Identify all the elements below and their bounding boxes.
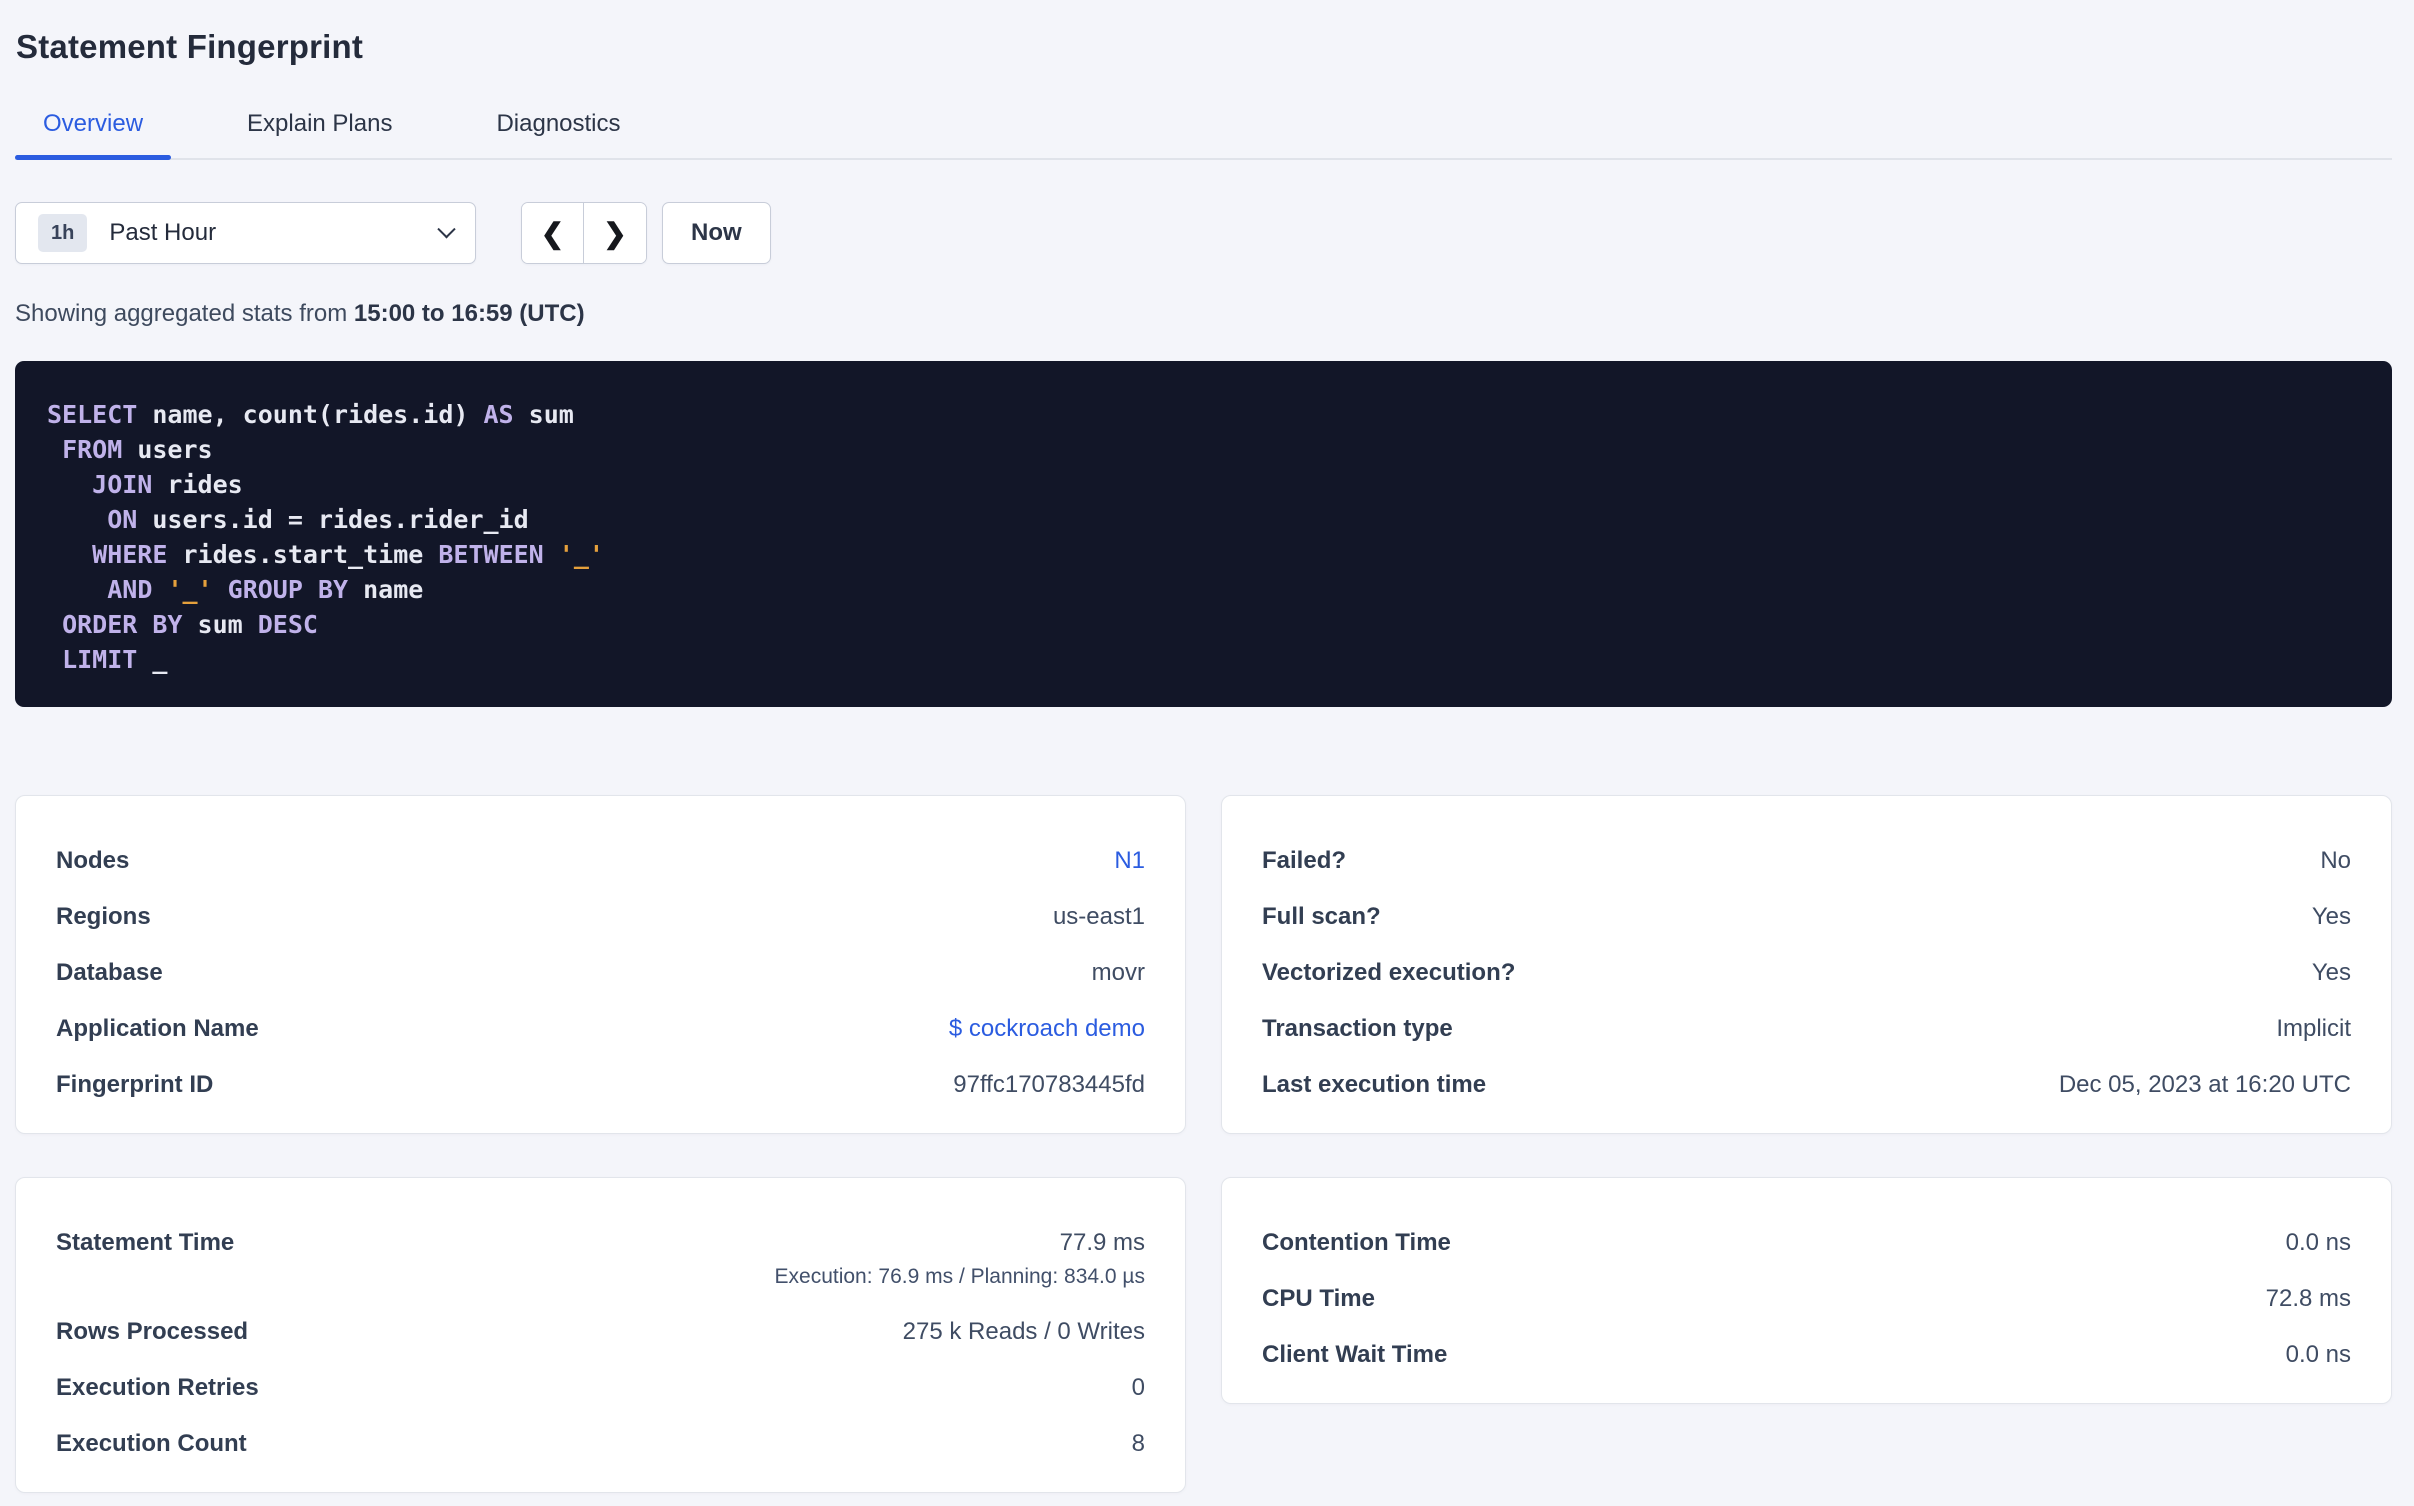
sql-code: SELECT name, count(rides.id) AS sum FROM… — [47, 400, 604, 674]
row-database: Database movr — [56, 960, 1145, 985]
tab-diagnostics-label: Diagnostics — [496, 110, 621, 137]
time-toolbar: 1h Past Hour ❮ ❯ Now — [15, 202, 2392, 264]
tab-diagnostics[interactable]: Diagnostics — [468, 110, 648, 158]
fingerprint-id-label: Fingerprint ID — [56, 1071, 214, 1098]
row-contention-time: Contention Time 0.0 ns — [1262, 1230, 2351, 1255]
row-vectorized: Vectorized execution? Yes — [1262, 960, 2351, 985]
execution-retries-value: 0 — [1131, 1374, 1145, 1401]
statement-time-breakdown: Execution: 76.9 ms / Planning: 834.0 µs — [774, 1265, 1145, 1288]
chevron-down-icon — [437, 219, 456, 238]
statement-fingerprint-page: Statement Fingerprint Overview Explain P… — [15, 28, 2392, 1493]
contention-time-label: Contention Time — [1262, 1229, 1451, 1256]
row-nodes: Nodes N1 — [56, 848, 1145, 873]
row-transaction-type: Transaction type Implicit — [1262, 1016, 2351, 1041]
tab-explain-plans-label: Explain Plans — [247, 110, 393, 137]
execution-count-label: Execution Count — [56, 1430, 247, 1457]
regions-label: Regions — [56, 903, 151, 930]
execution-retries-label: Execution Retries — [56, 1374, 259, 1401]
contention-time-value: 0.0 ns — [2285, 1229, 2351, 1256]
row-application-name: Application Name $ cockroach demo — [56, 1016, 1145, 1041]
application-name-label: Application Name — [56, 1015, 259, 1042]
row-cpu-time: CPU Time 72.8 ms — [1262, 1286, 2351, 1311]
summary-prefix: Showing aggregated stats from — [15, 300, 348, 327]
page-title: Statement Fingerprint — [16, 28, 364, 65]
failed-value: No — [2320, 847, 2351, 874]
application-name-value-link[interactable]: $ cockroach demo — [949, 1016, 1145, 1041]
transaction-type-value: Implicit — [2276, 1015, 2351, 1042]
chevron-right-icon: ❯ — [603, 217, 627, 249]
execution-attributes-card: Failed? No Full scan? Yes Vectorized exe… — [1221, 795, 2392, 1134]
failed-label: Failed? — [1262, 847, 1347, 874]
timing-card: Contention Time 0.0 ns CPU Time 72.8 ms … — [1221, 1177, 2392, 1404]
regions-value: us-east1 — [1052, 903, 1145, 930]
chevron-left-icon: ❮ — [540, 217, 565, 249]
now-button[interactable]: Now — [662, 202, 771, 264]
time-interval-dropdown[interactable]: 1h Past Hour — [15, 202, 476, 264]
client-wait-time-value: 0.0 ns — [2285, 1341, 2351, 1368]
statement-time-label: Statement Time — [56, 1229, 235, 1256]
row-fingerprint-id: Fingerprint ID 97ffc170783445fd — [56, 1072, 1145, 1097]
row-rows-processed: Rows Processed 275 k Reads / 0 Writes — [56, 1319, 1145, 1344]
tab-explain-plans[interactable]: Explain Plans — [219, 110, 420, 158]
database-label: Database — [56, 959, 163, 986]
cpu-time-label: CPU Time — [1262, 1285, 1375, 1312]
vectorized-label: Vectorized execution? — [1262, 959, 1516, 986]
statement-details-card: Nodes N1 Regions us-east1 Database movr … — [15, 795, 1186, 1134]
row-execution-count: Execution Count 8 — [56, 1431, 1145, 1456]
row-failed: Failed? No — [1262, 848, 2351, 873]
row-client-wait-time: Client Wait Time 0.0 ns — [1262, 1342, 2351, 1367]
full-scan-value: Yes — [2311, 903, 2351, 930]
tab-bar: Overview Explain Plans Diagnostics — [15, 110, 2392, 160]
statement-time-main: 77.9 ms — [1059, 1229, 1145, 1256]
execution-stats-card: Statement Time 77.9 ms Execution: 76.9 m… — [15, 1177, 1186, 1493]
database-value: movr — [1091, 959, 1145, 986]
tab-overview[interactable]: Overview — [15, 110, 172, 160]
client-wait-time-label: Client Wait Time — [1262, 1341, 1448, 1368]
rows-processed-value: 275 k Reads / 0 Writes — [902, 1318, 1145, 1345]
previous-interval-button[interactable]: ❮ — [522, 203, 584, 263]
rows-processed-label: Rows Processed — [56, 1318, 249, 1345]
interval-badge: 1h — [38, 214, 88, 252]
execution-count-value: 8 — [1131, 1430, 1145, 1457]
statement-time-value: 77.9 ms Execution: 76.9 ms / Planning: 8… — [775, 1230, 1145, 1288]
row-full-scan: Full scan? Yes — [1262, 904, 2351, 929]
vectorized-value: Yes — [2311, 959, 2351, 986]
overview-cards: Nodes N1 Regions us-east1 Database movr … — [15, 795, 2392, 1493]
cpu-time-value: 72.8 ms — [2265, 1285, 2351, 1312]
next-interval-button[interactable]: ❯ — [584, 203, 646, 263]
transaction-type-label: Transaction type — [1262, 1015, 1453, 1042]
aggregated-stats-summary: Showing aggregated stats from 15:00 to 1… — [15, 300, 2392, 328]
fingerprint-id-value: 97ffc170783445fd — [953, 1071, 1145, 1098]
tab-overview-label: Overview — [43, 110, 144, 137]
sql-statement-box: SELECT name, count(rides.id) AS sum FROM… — [15, 361, 2392, 707]
full-scan-label: Full scan? — [1262, 903, 1381, 930]
time-step-button-group: ❮ ❯ — [521, 202, 647, 264]
last-execution-time-value: Dec 05, 2023 at 16:20 UTC — [2058, 1071, 2351, 1098]
last-execution-time-label: Last execution time — [1262, 1071, 1487, 1098]
nodes-value-link[interactable]: N1 — [1114, 848, 1145, 873]
row-statement-time: Statement Time 77.9 ms Execution: 76.9 m… — [56, 1230, 1145, 1288]
interval-label: Past Hour — [109, 219, 217, 246]
summary-time-range: 15:00 to 16:59 (UTC) — [353, 300, 585, 327]
row-execution-retries: Execution Retries 0 — [56, 1375, 1145, 1400]
nodes-label: Nodes — [56, 847, 130, 874]
row-last-execution-time: Last execution time Dec 05, 2023 at 16:2… — [1262, 1072, 2351, 1097]
row-regions: Regions us-east1 — [56, 904, 1145, 929]
